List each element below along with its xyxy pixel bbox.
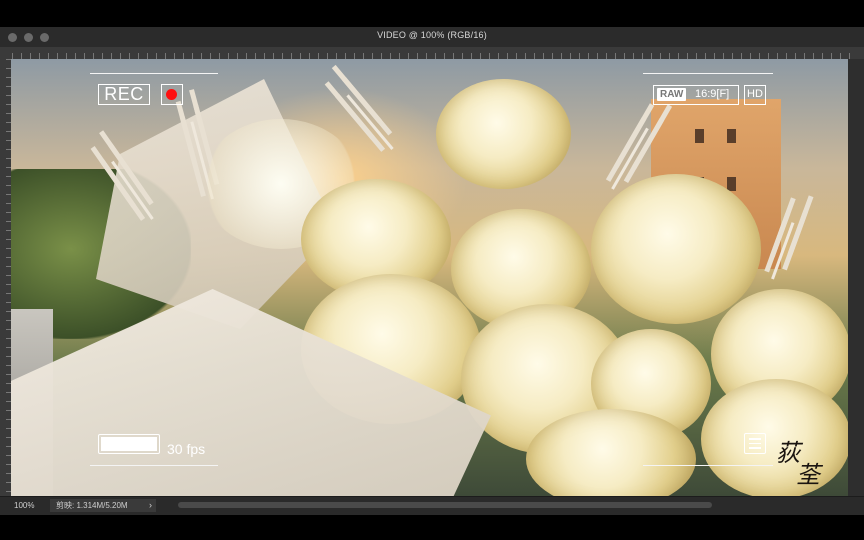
horizontal-scrollbar[interactable] xyxy=(178,502,712,508)
document-info[interactable]: 剪映: 1.314M/5.20M › xyxy=(50,499,156,512)
document-title: VIDEO @ 100% (RGB/16) xyxy=(377,30,487,40)
zoom-level[interactable]: 100% xyxy=(14,501,34,510)
rose-bloom xyxy=(436,79,571,189)
rec-label: REC xyxy=(98,84,150,105)
fps-label: 30 fps xyxy=(167,441,206,457)
record-indicator xyxy=(161,84,183,105)
rose-bloom xyxy=(591,174,761,324)
canvas-gutter xyxy=(848,59,864,496)
battery-icon xyxy=(98,434,160,454)
status-bar: 100% 剪映: 1.314M/5.20M › xyxy=(0,496,864,515)
signature-watermark: 荻 荃 xyxy=(776,439,820,488)
record-dot-icon xyxy=(166,88,177,100)
chevron-right-icon[interactable]: › xyxy=(143,499,152,512)
frame-corner-top-right xyxy=(643,73,773,74)
menu-list-icon xyxy=(744,433,766,454)
battery-level-fill xyxy=(101,437,157,451)
fern-leaf xyxy=(346,94,394,150)
frame-corner-bottom-right xyxy=(643,465,773,466)
aspect-ratio-label: 16:9[F] xyxy=(695,88,730,100)
watermark-char-1: 荻 xyxy=(776,439,800,467)
hd-badge: HD xyxy=(744,85,766,105)
video-canvas[interactable] xyxy=(11,59,848,496)
rose-bloom xyxy=(701,379,848,496)
window-title-bar: VIDEO @ 100% (RGB/16) xyxy=(0,27,864,48)
frame-corner-bottom-left xyxy=(90,465,218,466)
watermark-char-2: 荃 xyxy=(796,461,820,489)
frame-corner-top-left xyxy=(90,73,218,74)
document-info-text: 剪映: 1.314M/5.20M xyxy=(56,501,128,510)
format-badge: RAW 16:9[F] xyxy=(653,85,739,105)
raw-chip: RAW xyxy=(657,88,687,101)
